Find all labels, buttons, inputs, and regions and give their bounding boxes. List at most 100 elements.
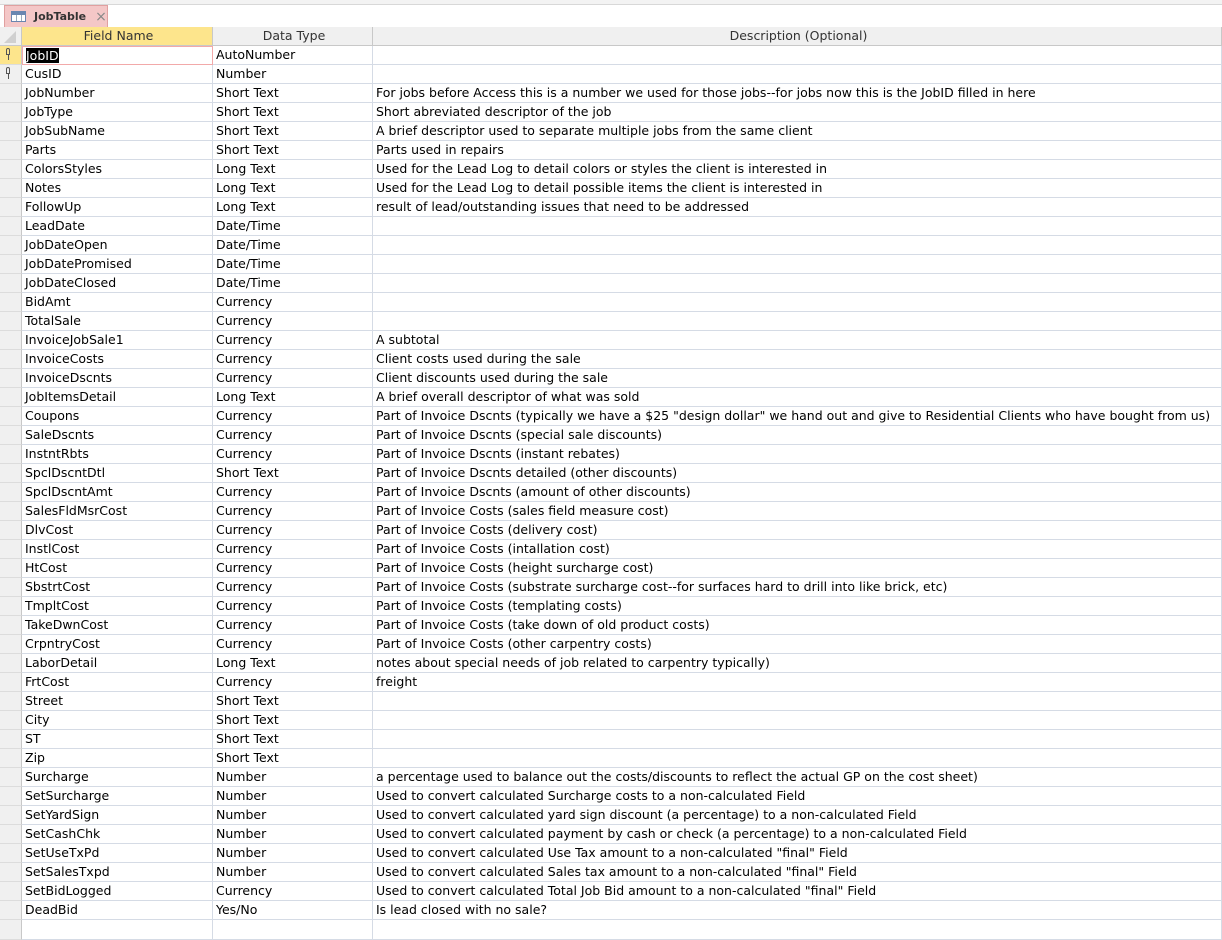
header-data-type[interactable]: Data Type bbox=[213, 27, 373, 46]
data-type-cell[interactable]: Short Text bbox=[213, 730, 373, 749]
description-cell[interactable]: Part of Invoice Dscnts (amount of other … bbox=[373, 483, 1222, 502]
data-type-cell[interactable]: Number bbox=[213, 825, 373, 844]
row-selector[interactable] bbox=[0, 388, 22, 407]
description-cell[interactable]: A subtotal bbox=[373, 331, 1222, 350]
data-type-cell[interactable]: Currency bbox=[213, 502, 373, 521]
row-selector[interactable] bbox=[0, 597, 22, 616]
description-cell[interactable]: A brief overall descriptor of what was s… bbox=[373, 388, 1222, 407]
row-selector[interactable] bbox=[0, 768, 22, 787]
data-type-cell[interactable]: Currency bbox=[213, 331, 373, 350]
field-name-cell[interactable]: InvoiceCosts bbox=[22, 350, 213, 369]
description-cell[interactable]: Used to convert calculated Sales tax amo… bbox=[373, 863, 1222, 882]
field-name-cell[interactable]: CrpntryCost bbox=[22, 635, 213, 654]
field-name-cell[interactable]: DeadBid bbox=[22, 901, 213, 920]
description-cell[interactable] bbox=[373, 46, 1222, 65]
data-type-cell[interactable]: Number bbox=[213, 65, 373, 84]
field-name-cell[interactable]: JobType bbox=[22, 103, 213, 122]
data-type-cell[interactable]: Number bbox=[213, 787, 373, 806]
description-cell[interactable]: Used to convert calculated Total Job Bid… bbox=[373, 882, 1222, 901]
description-cell[interactable]: Client discounts used during the sale bbox=[373, 369, 1222, 388]
data-type-cell[interactable]: Currency bbox=[213, 350, 373, 369]
row-selector[interactable] bbox=[0, 787, 22, 806]
row-selector[interactable] bbox=[0, 730, 22, 749]
data-type-cell[interactable]: Short Text bbox=[213, 464, 373, 483]
data-type-cell[interactable]: AutoNumber bbox=[213, 46, 373, 65]
description-cell[interactable] bbox=[373, 236, 1222, 255]
field-name-cell[interactable]: SetUseTxPd bbox=[22, 844, 213, 863]
description-cell[interactable] bbox=[373, 274, 1222, 293]
description-cell[interactable]: Used to convert calculated payment by ca… bbox=[373, 825, 1222, 844]
data-type-cell[interactable]: Long Text bbox=[213, 388, 373, 407]
description-cell[interactable] bbox=[373, 217, 1222, 236]
description-cell[interactable]: Part of Invoice Dscnts (instant rebates) bbox=[373, 445, 1222, 464]
field-name-cell[interactable]: FollowUp bbox=[22, 198, 213, 217]
field-name-cell[interactable]: JobSubName bbox=[22, 122, 213, 141]
data-type-cell[interactable]: Currency bbox=[213, 445, 373, 464]
field-name-cell[interactable]: Zip bbox=[22, 749, 213, 768]
close-tab-icon[interactable]: × bbox=[95, 9, 107, 25]
row-selector[interactable] bbox=[0, 464, 22, 483]
data-type-cell[interactable]: Number bbox=[213, 768, 373, 787]
description-cell[interactable] bbox=[373, 711, 1222, 730]
description-cell[interactable]: Client costs used during the sale bbox=[373, 350, 1222, 369]
row-selector[interactable] bbox=[0, 635, 22, 654]
description-cell[interactable] bbox=[373, 749, 1222, 768]
row-selector[interactable] bbox=[0, 882, 22, 901]
field-name-cell[interactable]: InvoiceDscnts bbox=[22, 369, 213, 388]
field-name-cell[interactable]: LeadDate bbox=[22, 217, 213, 236]
field-name-cell[interactable]: LaborDetail bbox=[22, 654, 213, 673]
field-name-cell[interactable]: JobDateOpen bbox=[22, 236, 213, 255]
field-name-cell[interactable]: FrtCost bbox=[22, 673, 213, 692]
description-cell[interactable]: Part of Invoice Costs (take down of old … bbox=[373, 616, 1222, 635]
row-selector[interactable] bbox=[0, 673, 22, 692]
row-selector[interactable] bbox=[0, 236, 22, 255]
field-name-cell[interactable]: JobNumber bbox=[22, 84, 213, 103]
tab-jobtable[interactable]: JobTable × bbox=[4, 5, 108, 27]
row-selector[interactable] bbox=[0, 274, 22, 293]
description-cell[interactable] bbox=[373, 730, 1222, 749]
row-selector[interactable] bbox=[0, 711, 22, 730]
row-selector[interactable] bbox=[0, 806, 22, 825]
description-cell[interactable]: For jobs before Access this is a number … bbox=[373, 84, 1222, 103]
row-selector[interactable] bbox=[0, 654, 22, 673]
field-name-cell[interactable]: DlvCost bbox=[22, 521, 213, 540]
data-type-cell[interactable]: Long Text bbox=[213, 160, 373, 179]
data-type-cell[interactable]: Currency bbox=[213, 521, 373, 540]
row-selector[interactable] bbox=[0, 65, 22, 84]
data-type-cell[interactable]: Short Text bbox=[213, 711, 373, 730]
field-name-cell[interactable]: SpclDscntDtl bbox=[22, 464, 213, 483]
row-selector[interactable] bbox=[0, 863, 22, 882]
field-name-cell[interactable]: Parts bbox=[22, 141, 213, 160]
data-type-cell[interactable]: Currency bbox=[213, 293, 373, 312]
header-description[interactable]: Description (Optional) bbox=[373, 27, 1222, 46]
data-type-cell[interactable]: Date/Time bbox=[213, 236, 373, 255]
row-selector[interactable] bbox=[0, 920, 22, 940]
data-type-cell[interactable]: Short Text bbox=[213, 122, 373, 141]
field-name-cell[interactable]: HtCost bbox=[22, 559, 213, 578]
field-name-cell[interactable]: TakeDwnCost bbox=[22, 616, 213, 635]
data-type-cell[interactable]: Number bbox=[213, 863, 373, 882]
data-type-cell[interactable]: Long Text bbox=[213, 198, 373, 217]
description-cell[interactable]: Part of Invoice Costs (delivery cost) bbox=[373, 521, 1222, 540]
field-name-cell[interactable]: InstlCost bbox=[22, 540, 213, 559]
description-cell[interactable]: Part of Invoice Costs (substrate surchar… bbox=[373, 578, 1222, 597]
row-selector[interactable] bbox=[0, 350, 22, 369]
description-cell[interactable]: notes about special needs of job related… bbox=[373, 654, 1222, 673]
data-type-cell[interactable]: Date/Time bbox=[213, 217, 373, 236]
data-type-cell[interactable]: Currency bbox=[213, 882, 373, 901]
data-type-cell[interactable]: Currency bbox=[213, 635, 373, 654]
field-name-cell[interactable]: SetBidLogged bbox=[22, 882, 213, 901]
row-selector[interactable] bbox=[0, 312, 22, 331]
field-name-cell[interactable]: SetSalesTxpd bbox=[22, 863, 213, 882]
row-selector[interactable] bbox=[0, 217, 22, 236]
description-cell[interactable]: Part of Invoice Costs (sales field measu… bbox=[373, 502, 1222, 521]
description-cell[interactable]: Part of Invoice Costs (intallation cost) bbox=[373, 540, 1222, 559]
row-selector[interactable] bbox=[0, 502, 22, 521]
field-name-cell[interactable]: InstntRbts bbox=[22, 445, 213, 464]
data-type-cell[interactable]: Currency bbox=[213, 369, 373, 388]
field-name-cell[interactable]: InvoiceJobSale1 bbox=[22, 331, 213, 350]
description-cell[interactable]: Part of Invoice Costs (other carpentry c… bbox=[373, 635, 1222, 654]
data-type-cell[interactable]: Number bbox=[213, 844, 373, 863]
row-selector[interactable] bbox=[0, 331, 22, 350]
data-type-cell[interactable]: Long Text bbox=[213, 179, 373, 198]
